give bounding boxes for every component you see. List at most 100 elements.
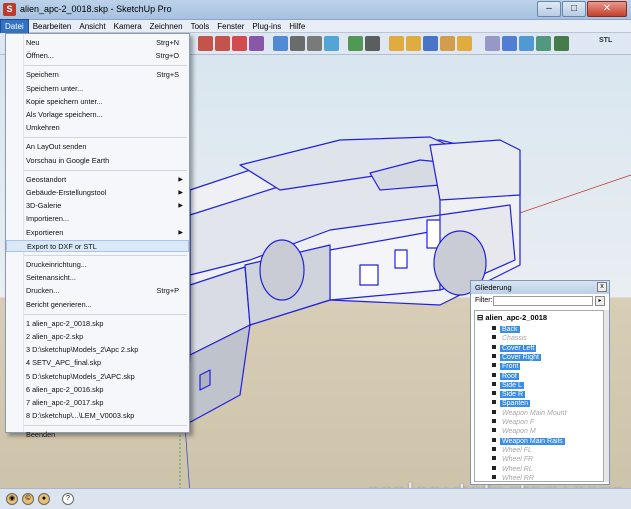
filter-details-button[interactable]: ▸ — [595, 296, 605, 306]
outliner-item[interactable]: Wheel RL — [492, 465, 535, 474]
view-top-icon[interactable] — [519, 36, 534, 51]
outliner-filter-row: Filter: ▸ — [471, 294, 609, 308]
menu-item-label: Drucken... — [26, 286, 60, 296]
status-bar: ◉ © ● ? — [0, 488, 631, 509]
file-menu-item[interactable]: Speichern Strg+S — [6, 69, 189, 81]
file-menu-item[interactable]: Als Vorlage speichern... — [6, 109, 189, 121]
zoom-icon[interactable] — [307, 36, 322, 51]
outliner-item[interactable]: Chassis — [492, 334, 529, 343]
menu-zeichnen[interactable]: Zeichnen — [146, 20, 187, 33]
push-pull-icon[interactable] — [198, 36, 213, 51]
file-menu-item[interactable]: An LayOut senden — [6, 141, 189, 153]
component-icon[interactable] — [406, 36, 421, 51]
outliner-item[interactable]: Weapon Main Rails — [492, 437, 565, 446]
stl-label: STL — [599, 37, 613, 44]
menu-ansicht[interactable]: Ansicht — [75, 20, 109, 33]
file-menu-item[interactable]: Bericht generieren... — [6, 299, 189, 311]
group-icon — [492, 419, 496, 423]
outliner-item-label: Front — [500, 363, 521, 371]
file-menu-item[interactable]: Seitenansicht... — [6, 272, 189, 284]
outliner-item[interactable]: Spanten — [492, 399, 531, 408]
menu-datei[interactable]: Datei — [0, 18, 29, 34]
file-menu-item[interactable]: Kopie speichern unter... — [6, 96, 189, 108]
outliner-item[interactable]: Side R — [492, 390, 526, 399]
zoom-extents-icon[interactable] — [324, 36, 339, 51]
file-menu-item[interactable]: Geostandort ▶ — [6, 174, 189, 186]
file-menu-item[interactable]: 2 alien_apc-2.skp — [6, 331, 189, 343]
orbit-icon[interactable] — [273, 36, 288, 51]
outliner-item-label: Cover Right — [500, 353, 541, 361]
outliner-item[interactable]: Side L — [492, 381, 524, 390]
menu-fenster[interactable]: Fenster — [213, 20, 248, 33]
collapse-icon[interactable]: ⊟ — [477, 313, 483, 322]
file-menu-item[interactable]: 3 D:\sketchup\Models_2\Apc 2.skp — [6, 344, 189, 356]
outliner-item[interactable]: Front — [492, 362, 521, 371]
maximize-button[interactable]: □ — [562, 1, 586, 17]
view-front-icon[interactable] — [502, 36, 517, 51]
rotate-icon[interactable] — [232, 36, 247, 51]
file-menu-item[interactable]: Importieren... — [6, 213, 189, 225]
minimize-button[interactable]: – — [537, 1, 561, 17]
file-menu-item[interactable]: Export to DXF or STL — [6, 239, 189, 252]
sketchup-logo-icon: S — [3, 3, 16, 16]
follow-me-icon[interactable] — [249, 36, 264, 51]
file-menu-item[interactable]: 3D-Galerie ▶ — [6, 200, 189, 212]
menu-item-label: Als Vorlage speichern... — [26, 110, 103, 119]
outliner-item[interactable]: Cover Left — [492, 344, 537, 353]
file-menu-item[interactable]: Neu Strg+N — [6, 37, 189, 49]
file-menu-item[interactable]: 8 D:\sketchup\...\LEM_V0003.skp — [6, 410, 189, 422]
file-menu-item[interactable]: 4 SETV_APC_final.skp — [6, 357, 189, 369]
outliner-item[interactable]: Cover Right — [492, 353, 541, 362]
file-menu-item[interactable]: 7 alien_apc-2_0017.skp — [6, 397, 189, 409]
help-icon[interactable]: ? — [62, 493, 74, 505]
look-around-icon[interactable] — [365, 36, 380, 51]
scale-icon[interactable] — [485, 36, 500, 51]
outliner-item[interactable]: Weapon M — [492, 427, 538, 436]
outliner-item[interactable]: Wheel FR — [492, 455, 535, 464]
file-menu-item[interactable]: 6 alien_apc-2_0016.skp — [6, 384, 189, 396]
file-menu-item[interactable]: Beenden — [6, 429, 189, 441]
outliner-scrollbar[interactable] — [604, 310, 609, 482]
menu-tools[interactable]: Tools — [187, 20, 214, 33]
user-icon[interactable]: ● — [38, 493, 50, 505]
stl-export-icon[interactable] — [554, 36, 569, 51]
menu-plugins[interactable]: Plug-ins — [248, 20, 285, 33]
view-iso-icon[interactable] — [536, 36, 551, 51]
file-menu-item[interactable]: 5 D:\sketchup\Models_2\APC.skp — [6, 371, 189, 383]
file-menu-item[interactable]: Umkehren — [6, 122, 189, 134]
filter-input[interactable] — [493, 296, 593, 306]
walk-icon[interactable] — [348, 36, 363, 51]
pan-icon[interactable] — [290, 36, 305, 51]
file-menu-item[interactable]: Speichern unter... — [6, 83, 189, 95]
outliner-item-label: Weapon M — [502, 428, 536, 436]
menu-kamera[interactable]: Kamera — [110, 20, 146, 33]
outliner-item-label: Weapon F — [502, 419, 535, 426]
file-menu-item[interactable]: Vorschau in Google Earth — [6, 155, 189, 167]
file-menu-item[interactable]: Öffnen... Strg+O — [6, 50, 189, 62]
outliner-item[interactable]: Back — [492, 325, 520, 334]
menu-bearbeiten[interactable]: Bearbeiten — [29, 20, 76, 33]
menu-hilfe[interactable]: Hilfe — [285, 20, 309, 33]
outliner-title-bar[interactable]: Gliederung x — [471, 281, 609, 294]
outliner-item[interactable]: Roof — [492, 372, 519, 381]
group-icon — [492, 344, 496, 349]
texture-icon[interactable] — [440, 36, 455, 51]
file-menu-item[interactable]: Drucken... Strg+P — [6, 285, 189, 297]
file-menu-item[interactable]: Gebäude-Erstellungstool ▶ — [6, 187, 189, 199]
geo-location-icon[interactable]: ◉ — [6, 493, 18, 505]
file-menu-item[interactable]: Exportieren ▶ — [6, 227, 189, 239]
section-icon[interactable] — [389, 36, 404, 51]
file-menu-item[interactable]: Druckeinrichtung... — [6, 259, 189, 271]
outliner-root-item[interactable]: ⊟ alien_apc-2_0018 — [477, 313, 547, 322]
file-menu-item[interactable]: 1 alien_apc-2_0018.skp — [6, 318, 189, 330]
warehouse-icon[interactable] — [423, 36, 438, 51]
outliner-item[interactable]: Wheel RR — [492, 474, 536, 481]
move-icon[interactable] — [215, 36, 230, 51]
outliner-close-button[interactable]: x — [597, 282, 607, 292]
outliner-item[interactable]: Weapon Main Mount — [492, 409, 568, 418]
close-button[interactable]: ✕ — [587, 1, 627, 17]
credits-icon[interactable]: © — [22, 493, 34, 505]
outliner-item[interactable]: Wheel FL — [492, 446, 534, 455]
outliner-item[interactable]: Weapon F — [492, 418, 536, 427]
layers-icon[interactable] — [457, 36, 472, 51]
